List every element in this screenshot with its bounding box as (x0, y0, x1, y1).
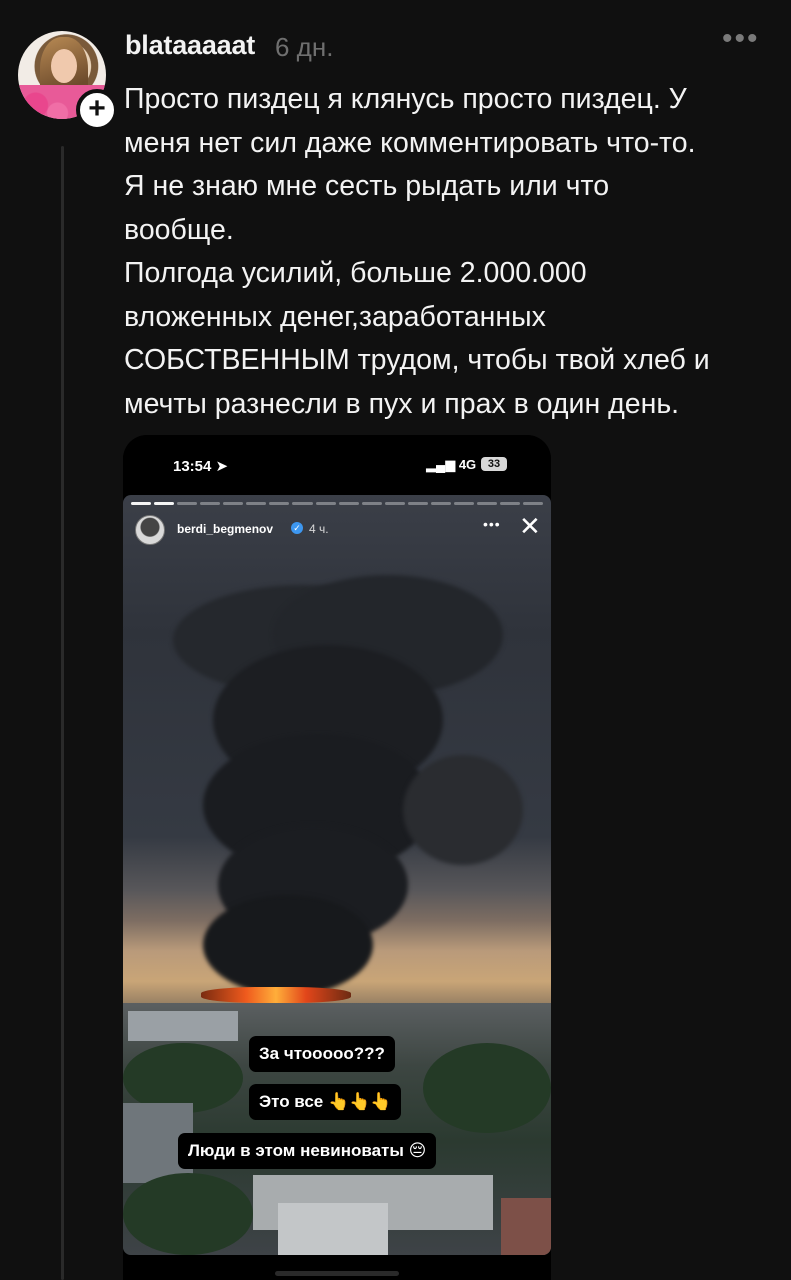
story-progress-bar (131, 502, 544, 505)
post-text-line: Просто пиздец я клянусь просто пиздец. У (124, 83, 687, 115)
post-text-line: Полгода усилий, больше 2.000.000 (124, 257, 587, 289)
thread-post: + blataaaaat 6 дн. ••• Просто пиздец я к… (0, 0, 791, 1280)
signal-icon: ▂▄▆ 4G (426, 457, 477, 472)
battery-icon: 33 (481, 457, 507, 471)
post-text-line: СОБСТВЕННЫМ трудом, чтобы твой хлеб и (124, 344, 710, 376)
post-time: 6 дн. (275, 32, 334, 62)
post-text-line: Я не знаю мне сесть рыдать или что (124, 170, 610, 202)
story-user-avatar[interactable] (135, 515, 165, 545)
post-text-line: меня нет сил даже комментировать что-то. (124, 126, 696, 159)
story-sticker: За чтооооо??? (249, 1036, 395, 1072)
story-close-icon[interactable]: ✕ (519, 513, 541, 539)
network-type: 4G (458, 457, 477, 472)
post-username[interactable]: blataaaaat (125, 30, 255, 61)
story-time: 4 ч. (309, 522, 329, 536)
post-text-line: мечты разнесли в пух и прах в один день. (124, 387, 680, 420)
phone-status-bar: 13:54 ➤ ▂▄▆ 4G 33 (123, 435, 551, 495)
fire-glow (201, 987, 351, 1003)
story-username[interactable]: berdi_begmenov (177, 522, 273, 536)
follow-plus-icon[interactable]: + (76, 89, 118, 131)
post-text: Просто пиздец я клянусь просто пиздец. У… (124, 78, 774, 426)
story-sticker: Это все 👆👆👆 (249, 1084, 402, 1120)
smoke-cloud (203, 895, 373, 995)
smoke-cloud (403, 755, 523, 865)
post-text-line: вложенных денег,заработанных (124, 300, 546, 333)
story-image: berdi_begmenov ✓ 4 ч. ••• ✕ За чтооооо??… (123, 495, 551, 1255)
status-time: 13:54 ➤ (173, 458, 229, 475)
avatar-face (51, 49, 77, 83)
story-sticker: Люди в этом невиноваты 😔 (178, 1133, 437, 1169)
more-options-icon[interactable]: ••• (722, 22, 760, 56)
attached-screenshot[interactable]: 13:54 ➤ ▂▄▆ 4G 33 berdi_begmenov ✓ 4 ч. … (123, 435, 551, 1280)
verified-badge-icon: ✓ (291, 522, 303, 534)
post-text-line: вообще. (124, 213, 234, 246)
home-indicator (275, 1271, 399, 1276)
location-arrow-icon: ➤ (215, 458, 229, 475)
thread-line (61, 146, 64, 1280)
story-more-icon[interactable]: ••• (483, 516, 501, 532)
